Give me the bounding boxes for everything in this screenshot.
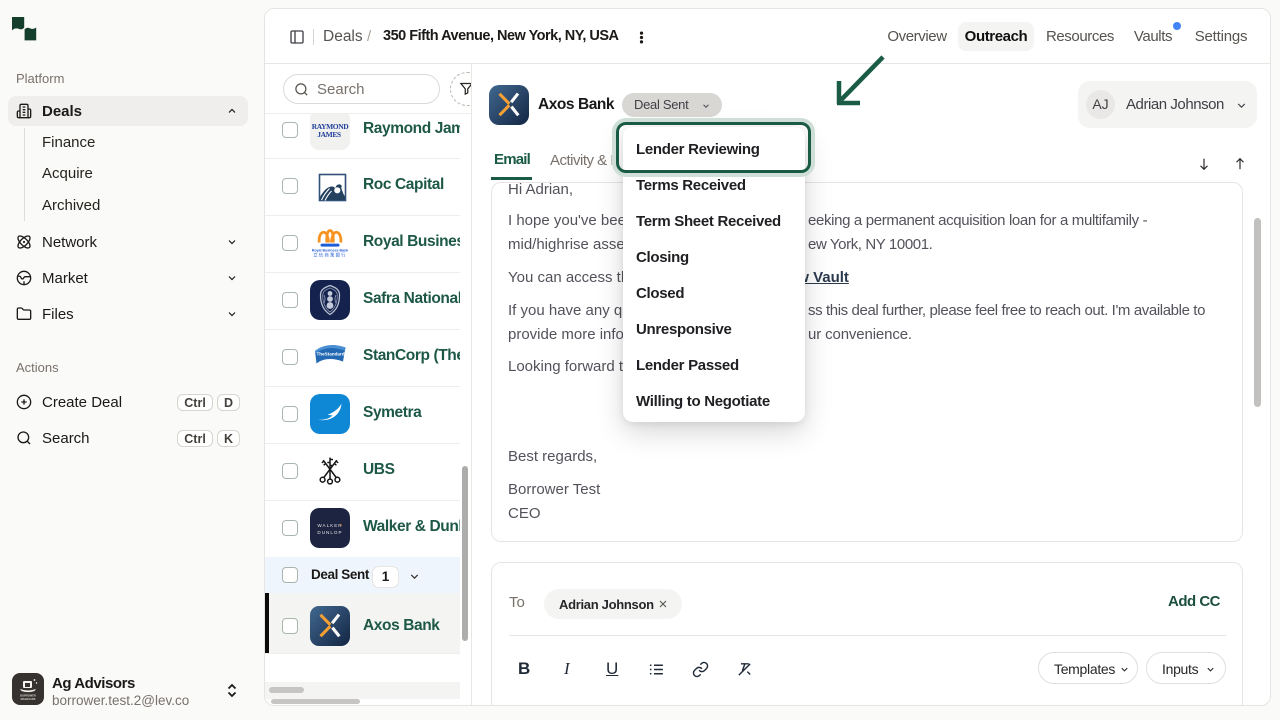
svg-text:WALKER: WALKER	[317, 523, 342, 528]
svg-text:JAMES: JAMES	[317, 130, 341, 139]
svg-text:DUNLOP: DUNLOP	[317, 530, 342, 535]
svg-text:MAGICIANS: MAGICIANS	[21, 697, 36, 701]
svg-text:立信商業銀行: 立信商業銀行	[313, 252, 347, 259]
svg-text:BORROWER: BORROWER	[20, 694, 36, 698]
svg-text:TheStandard: TheStandard	[316, 352, 344, 357]
